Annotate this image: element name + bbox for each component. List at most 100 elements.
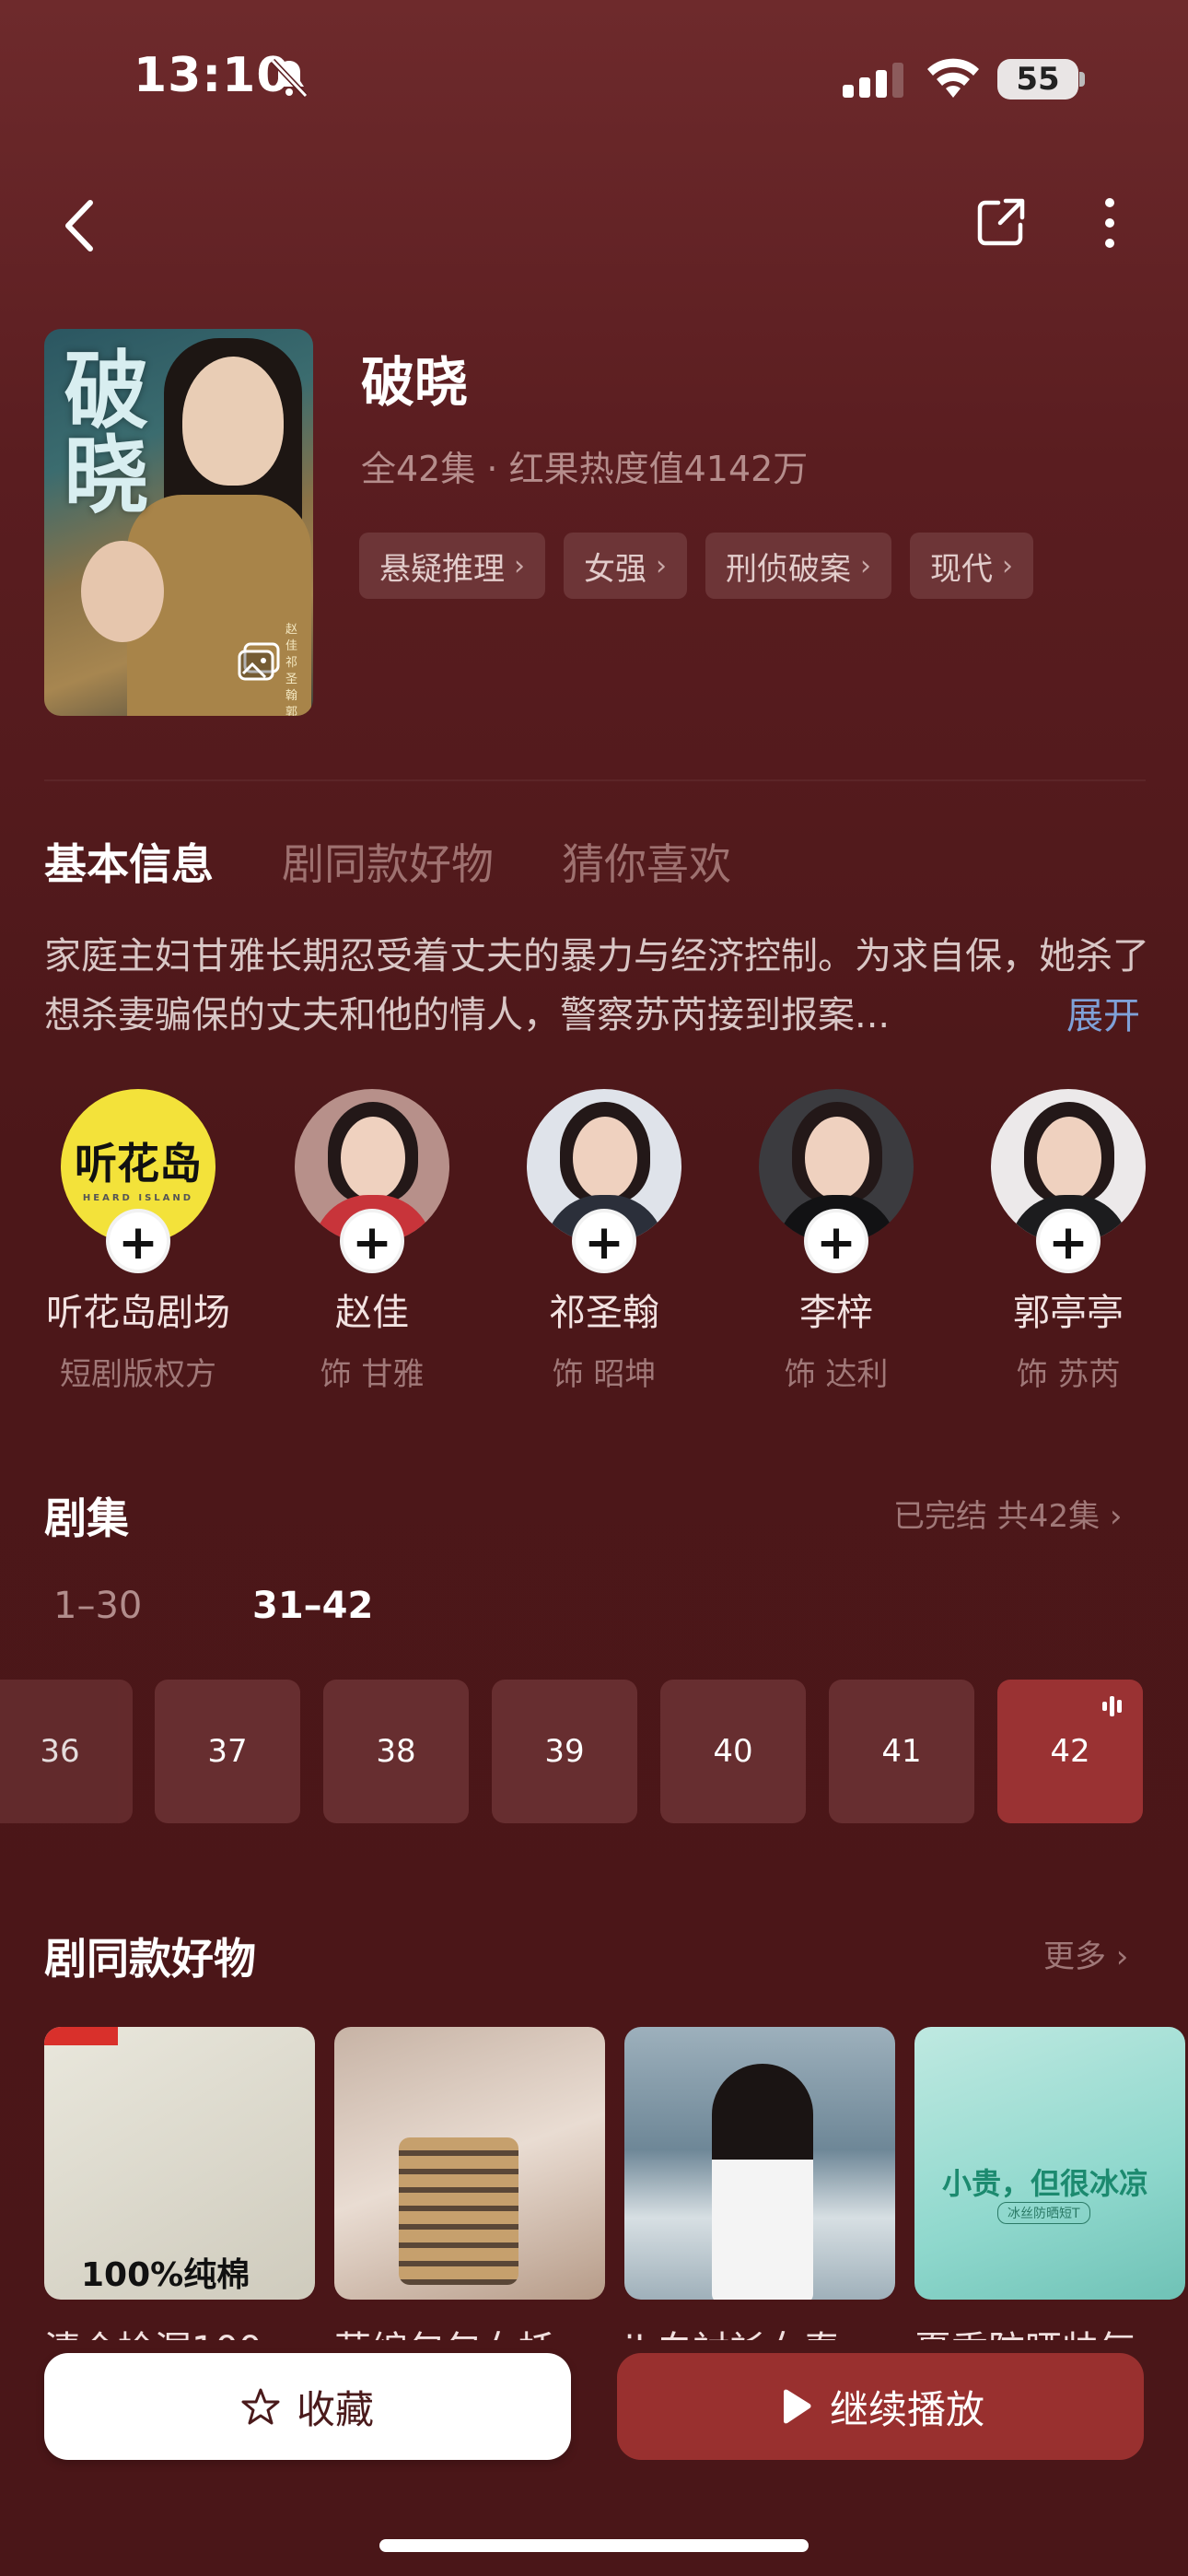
cast-name: 听花岛剧场	[46, 1292, 230, 1334]
favorite-button[interactable]: 收藏	[44, 2353, 571, 2460]
range-tab-31-42[interactable]: 31–42	[252, 1585, 373, 1627]
play-icon	[783, 2389, 811, 2424]
goods-item-image[interactable]	[624, 2027, 895, 2300]
chevron-right-icon: ›	[1002, 549, 1013, 582]
goods-item-image[interactable]: 100%纯棉	[44, 2027, 315, 2300]
promo-tag	[44, 2027, 118, 2045]
cast-role: 饰 昭坤	[552, 1356, 657, 1393]
share-icon[interactable]	[974, 195, 1028, 249]
cast-item[interactable]: + 祁圣翰 饰 昭坤	[494, 1089, 715, 1394]
goods-more-link[interactable]: 更多 ›	[1043, 1931, 1128, 1976]
poster-credits: 赵 佳 祁圣翰 郭亭	[285, 623, 298, 716]
goods-item-image[interactable]: 小贵，但很冰凉 冰丝防晒短T	[914, 2027, 1185, 2300]
gallery-icon[interactable]	[238, 642, 282, 683]
goods-overlay-text: 小贵，但很冰凉	[942, 2166, 1149, 2201]
episode-button-current[interactable]: 42	[997, 1680, 1143, 1823]
logo-text: 听花岛	[75, 1138, 202, 1188]
tag-label: 悬疑推理	[379, 550, 505, 588]
cast-item[interactable]: + 李梓 饰 达利	[726, 1089, 947, 1394]
tab-recommend[interactable]: 猜你喜欢	[562, 831, 731, 892]
tag-strong-female[interactable]: 女强 ›	[564, 533, 687, 599]
favorite-label: 收藏	[296, 2386, 374, 2432]
episode-number: 42	[1050, 1733, 1090, 1770]
cast-role: 短剧版权方	[60, 1356, 216, 1393]
episodes-title: 剧集	[44, 1493, 129, 1543]
follow-plus-icon[interactable]: +	[572, 1209, 636, 1273]
wifi-icon	[927, 58, 979, 98]
poster-figure-face	[182, 357, 284, 486]
chevron-right-icon: ›	[860, 549, 871, 582]
chevron-right-icon: ›	[656, 549, 667, 582]
cast-name: 赵佳	[335, 1292, 409, 1334]
battery-indicator: 55	[997, 59, 1078, 100]
avatar-face	[573, 1117, 637, 1200]
goods-overlay-text: 100%纯棉	[81, 2256, 250, 2294]
genre-tags: 悬疑推理 › 女强 › 刑侦破案 › 现代 ›	[359, 533, 1033, 599]
cast-list: 听花岛 HEARD ISLAND + 听花岛剧场 短剧版权方 + 赵佳 饰 甘雅…	[28, 1089, 1188, 1402]
cast-name: 郭亭亭	[1013, 1292, 1124, 1334]
episodes-status[interactable]: 已完结 共42集 ›	[893, 1491, 1122, 1536]
follow-plus-icon[interactable]: +	[804, 1209, 868, 1273]
goods-name[interactable]: 清仓捡漏100	[44, 2320, 262, 2340]
tab-basic-info[interactable]: 基本信息	[44, 831, 214, 892]
cast-role: 饰 苏芮	[1016, 1356, 1121, 1393]
goods-list: 100%纯棉 清仓捡漏100 草编包包女托… jk白衬衫女春… 小贵，但很冰凉 …	[44, 2027, 1188, 2340]
expand-link[interactable]: 展开	[1066, 986, 1140, 1039]
goods-overlay-subtext: 冰丝防晒短T	[997, 2202, 1090, 2224]
episode-button[interactable]: 40	[660, 1680, 806, 1823]
tag-label: 刑侦破案	[726, 550, 851, 588]
cast-role: 饰 达利	[784, 1356, 889, 1393]
avatar-face	[1037, 1117, 1101, 1200]
play-label: 继续播放	[829, 2386, 984, 2432]
tag-modern[interactable]: 现代 ›	[910, 533, 1033, 599]
synopsis-text: 家庭主妇甘雅长期忍受着丈夫的暴力与经济控制。为求自保，她杀了想杀妻骗保的丈夫和他…	[44, 935, 1149, 1036]
poster-child-face	[81, 541, 164, 642]
episode-button[interactable]: 41	[829, 1680, 974, 1823]
star-icon	[241, 2388, 280, 2425]
follow-plus-icon[interactable]: +	[340, 1209, 404, 1273]
episode-button[interactable]: 38	[323, 1680, 469, 1823]
logo-subtext: HEARD ISLAND	[82, 1192, 194, 1203]
playing-icon	[1102, 1696, 1122, 1716]
tag-label: 女强	[584, 550, 646, 588]
episode-button[interactable]: 37	[155, 1680, 300, 1823]
goods-name[interactable]: 草编包包女托…	[334, 2320, 592, 2340]
episode-button[interactable]: 36	[0, 1680, 133, 1823]
bag-image	[399, 2137, 518, 2285]
cast-item[interactable]: + 赵佳 饰 甘雅	[262, 1089, 483, 1394]
divider	[44, 779, 1146, 781]
cast-name: 李梓	[799, 1292, 873, 1334]
goods-name[interactable]: jk白衬衫女春…	[624, 2320, 877, 2340]
follow-plus-icon[interactable]: +	[1036, 1209, 1101, 1273]
model-image	[712, 2064, 813, 2300]
range-tab-1-30[interactable]: 1–30	[53, 1585, 142, 1627]
follow-plus-icon[interactable]: +	[106, 1209, 170, 1273]
cast-item[interactable]: + 郭亭亭 饰 苏芮	[958, 1089, 1179, 1394]
cast-role: 饰 甘雅	[320, 1356, 425, 1393]
continue-play-button[interactable]: 继续播放	[617, 2353, 1144, 2460]
cast-item[interactable]: 听花岛 HEARD ISLAND + 听花岛剧场 短剧版权方	[28, 1089, 249, 1394]
battery-tip	[1079, 72, 1085, 87]
bell-muted-icon	[270, 58, 309, 99]
drama-title: 破晓	[361, 351, 469, 414]
home-indicator[interactable]	[379, 2539, 809, 2552]
goods-item-image[interactable]	[334, 2027, 605, 2300]
back-icon[interactable]	[57, 193, 103, 258]
tag-crime[interactable]: 刑侦破案 ›	[705, 533, 891, 599]
goods-name[interactable]: 夏季防晒帅气…	[914, 2320, 1172, 2340]
drama-poster[interactable]: 破晓 赵 佳 祁圣翰 郭亭	[44, 329, 313, 716]
signal-icon	[843, 63, 903, 98]
more-icon[interactable]	[1096, 195, 1124, 251]
tag-label: 现代	[930, 550, 993, 588]
chevron-right-icon: ›	[514, 549, 525, 582]
goods-title: 剧同款好物	[44, 1934, 256, 1984]
drama-meta: 全42集 · 红果热度值4142万	[361, 449, 809, 489]
tab-same-goods[interactable]: 剧同款好物	[282, 831, 494, 892]
info-tabs: 基本信息 剧同款好物 猜你喜欢	[44, 831, 731, 892]
avatar-face	[805, 1117, 869, 1200]
cast-name: 祁圣翰	[549, 1292, 659, 1334]
avatar-face	[341, 1117, 405, 1200]
tag-suspense[interactable]: 悬疑推理 ›	[359, 533, 545, 599]
episode-button[interactable]: 39	[492, 1680, 637, 1823]
poster-title: 破晓	[50, 345, 149, 515]
